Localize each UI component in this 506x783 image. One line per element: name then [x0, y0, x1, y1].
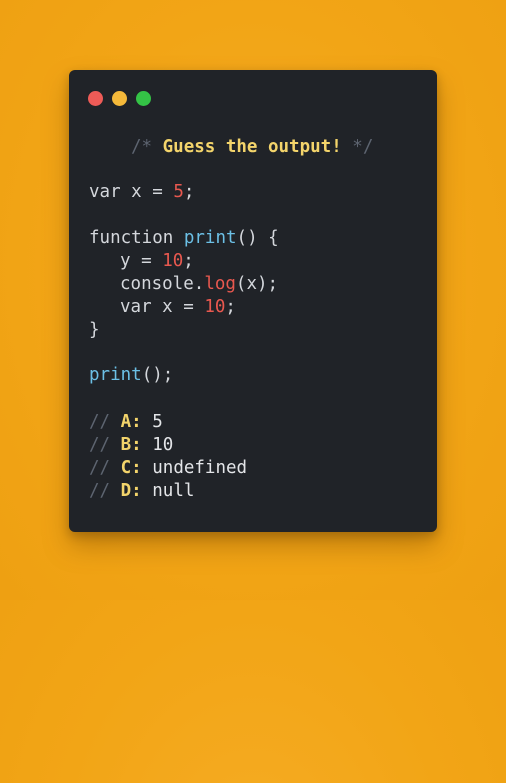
- option-value: 10: [152, 435, 174, 455]
- title-comment-open: /*: [131, 137, 153, 157]
- code-line-1: var x = 5;: [89, 181, 194, 204]
- code-line-5: var x = 10;: [120, 296, 236, 319]
- semicolon: ;: [183, 251, 194, 271]
- open-brace: {: [268, 228, 279, 248]
- code-line-3: y = 10;: [120, 250, 194, 273]
- function-name: print: [183, 228, 237, 248]
- code-line-7: print();: [89, 364, 173, 387]
- close-brace: }: [89, 320, 100, 340]
- keyword-var: var: [120, 297, 152, 317]
- code-line-6: }: [89, 319, 100, 342]
- option-value: null: [152, 481, 195, 501]
- operator-equals: =: [183, 297, 194, 317]
- option-a: // A: 5: [89, 411, 163, 434]
- number-literal: 10: [162, 251, 184, 271]
- option-label: A:: [120, 412, 142, 432]
- dot: .: [193, 274, 205, 294]
- semicolon: ;: [183, 182, 195, 202]
- title-comment-close: */: [352, 137, 374, 157]
- call-parens: ();: [141, 365, 174, 385]
- code-line-2: function print() {: [89, 227, 279, 250]
- option-b: // B: 10: [89, 434, 173, 457]
- keyword-function: function: [89, 228, 174, 248]
- code-card: /* Guess the output! */ var x = 5; funct…: [69, 70, 437, 532]
- option-label: D:: [120, 481, 142, 501]
- comment-prefix: //: [89, 412, 111, 432]
- parens: (): [236, 228, 258, 248]
- function-call-name: print: [89, 365, 142, 385]
- option-label: B:: [120, 435, 142, 455]
- identifier-x: x: [162, 297, 173, 317]
- number-literal: 10: [204, 297, 226, 317]
- option-d: // D: null: [89, 480, 194, 503]
- code-block: /* Guess the output! */ var x = 5; funct…: [89, 70, 429, 783]
- identifier-y: y: [120, 251, 131, 271]
- code-line-4: console.log(x);: [120, 273, 278, 296]
- number-literal: 5: [173, 182, 184, 202]
- option-c: // C: undefined: [89, 457, 247, 480]
- identifier-x: x: [131, 182, 142, 202]
- method-log: log: [204, 274, 236, 294]
- operator-equals: =: [141, 251, 152, 271]
- identifier-console: console: [120, 274, 194, 294]
- option-value: 5: [152, 412, 163, 432]
- option-value: undefined: [152, 458, 248, 478]
- semicolon: ;: [225, 297, 236, 317]
- call-args: (x);: [235, 274, 279, 294]
- operator-equals: =: [152, 182, 163, 202]
- option-label: C:: [120, 458, 142, 478]
- keyword-var: var: [89, 182, 121, 202]
- title-line: /* Guess the output! */: [131, 136, 373, 159]
- comment-prefix: //: [89, 435, 111, 455]
- title-text: Guess the output!: [162, 137, 342, 157]
- comment-prefix: //: [89, 481, 111, 501]
- comment-prefix: //: [89, 458, 111, 478]
